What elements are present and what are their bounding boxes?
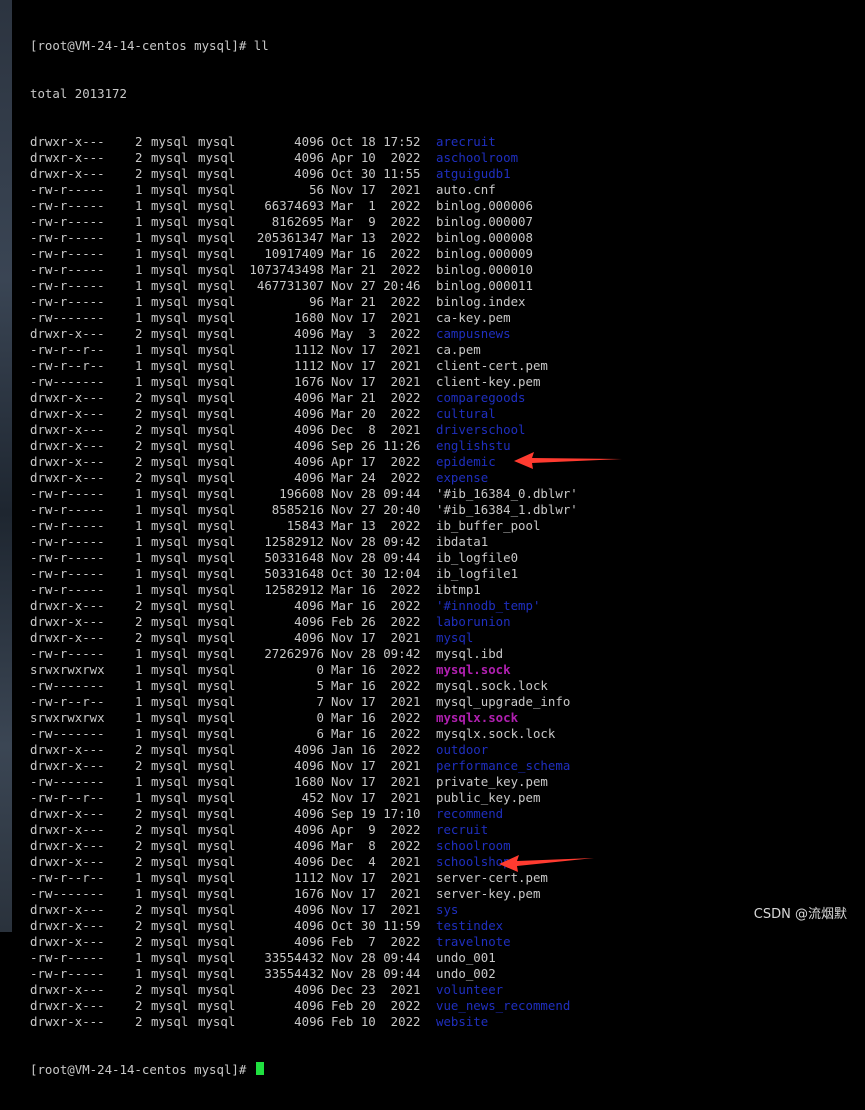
- file-name: volunteer: [436, 982, 504, 997]
- annotation-arrows: [499, 452, 622, 872]
- csdn-watermark: CSDN @流烟默: [753, 907, 847, 922]
- file-name: vue_news_recommend: [436, 998, 571, 1013]
- listing-row: drwxr-x--- 2 mysql mysql 4096 Feb 7 2022 trave…: [30, 934, 578, 950]
- link-count: 1: [135, 966, 143, 981]
- group: mysql: [198, 950, 236, 965]
- permissions: -rw-r-----: [30, 950, 105, 965]
- last-prompt-text: [root@VM-24-14-centos mysql]#: [30, 1062, 254, 1077]
- listing-row: -rw-r----- 1 mysql mysql 33554432 Nov 28 09:4…: [30, 950, 578, 966]
- group: mysql: [198, 966, 236, 981]
- group: mysql: [198, 998, 236, 1013]
- permissions: drwxr-x---: [30, 982, 105, 997]
- modified-date: Nov 28 09:44: [331, 966, 421, 981]
- file-name: website: [436, 1014, 489, 1029]
- file-size: 33554432: [264, 966, 324, 981]
- file-name: undo_002: [436, 966, 496, 981]
- link-count: 1: [135, 950, 143, 965]
- group: mysql: [198, 1014, 236, 1029]
- red-arrow-undo-002: [499, 855, 594, 872]
- owner: mysql: [151, 950, 189, 965]
- modified-date: Dec 23 2021: [331, 982, 421, 997]
- permissions: drwxr-x---: [30, 998, 105, 1013]
- file-size: 33554432: [264, 950, 324, 965]
- owner: mysql: [151, 982, 189, 997]
- listing-row: drwxr-x--- 2 mysql mysql 4096 Dec 23 2021 volu…: [30, 982, 578, 998]
- listing-row: -rw-r----- 1 mysql mysql 33554432 Nov 28 09:4…: [30, 966, 578, 982]
- file-size: 4096: [294, 1014, 324, 1029]
- file-name: undo_001: [436, 950, 496, 965]
- modified-date: Feb 7 2022: [331, 934, 421, 949]
- cursor: [255, 1062, 264, 1075]
- link-count: 2: [135, 1014, 143, 1029]
- last-prompt-line[interactable]: [root@VM-24-14-centos mysql]#: [30, 1062, 578, 1078]
- permissions: -rw-r-----: [30, 966, 105, 981]
- modified-date: Feb 10 2022: [331, 1014, 421, 1029]
- red-arrow-ib-logfile0: [514, 452, 622, 469]
- owner: mysql: [151, 966, 189, 981]
- listing-row: drwxr-x--- 2 mysql mysql 4096 Feb 20 2022 vue_…: [30, 998, 578, 1014]
- owner: mysql: [151, 998, 189, 1013]
- permissions: drwxr-x---: [30, 1014, 105, 1029]
- group: mysql: [198, 934, 236, 949]
- owner: mysql: [151, 934, 189, 949]
- link-count: 2: [135, 982, 143, 997]
- permissions: drwxr-x---: [30, 934, 105, 949]
- file-name: travelnote: [436, 934, 511, 949]
- owner: mysql: [151, 1014, 189, 1029]
- listing-row: drwxr-x--- 2 mysql mysql 4096 Feb 10 2022 webs…: [30, 1014, 578, 1030]
- link-count: 2: [135, 934, 143, 949]
- modified-date: Feb 20 2022: [331, 998, 421, 1013]
- group: mysql: [198, 982, 236, 997]
- file-size: 4096: [294, 934, 324, 949]
- file-size: 4096: [294, 998, 324, 1013]
- file-size: 4096: [294, 982, 324, 997]
- link-count: 2: [135, 998, 143, 1013]
- modified-date: Nov 28 09:44: [331, 950, 421, 965]
